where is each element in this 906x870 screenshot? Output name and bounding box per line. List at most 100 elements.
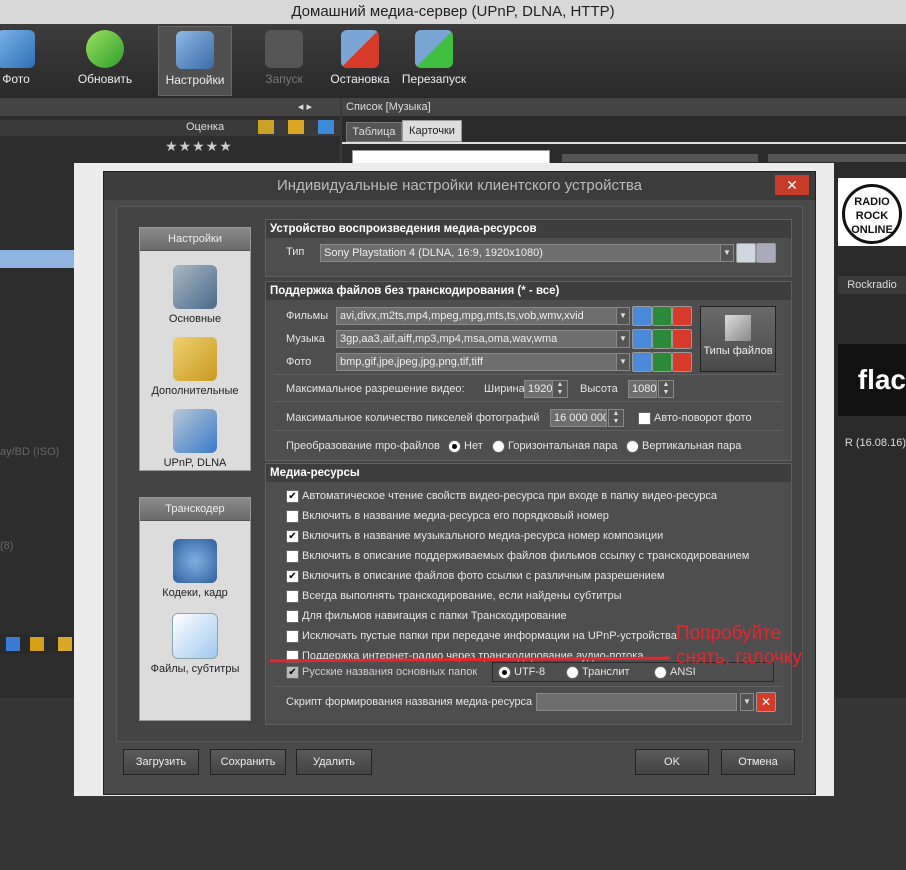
- media-option-checkbox[interactable]: [286, 550, 299, 563]
- script-clear-icon[interactable]: ✕: [756, 692, 776, 712]
- checklist-icon: [173, 337, 217, 381]
- music-list-icon[interactable]: [632, 329, 652, 349]
- max-pixels-input[interactable]: 16 000 000: [550, 409, 607, 427]
- settings-button[interactable]: Настройки: [158, 26, 232, 96]
- rating-column-header[interactable]: Оценка: [186, 121, 224, 133]
- load-button[interactable]: Загрузить: [123, 749, 199, 775]
- photo-delete-icon[interactable]: [672, 352, 692, 372]
- tab-cards[interactable]: Карточки: [402, 120, 462, 142]
- autorotate-label: Авто-поворот фото: [654, 412, 752, 424]
- script-select[interactable]: [536, 693, 737, 711]
- media-option-label: Исключать пустые папки при передаче инфо…: [302, 630, 677, 642]
- close-button[interactable]: ✕: [775, 175, 809, 195]
- foto-button[interactable]: Фото: [0, 26, 52, 94]
- cancel-button[interactable]: Отмена: [721, 749, 795, 775]
- width-input[interactable]: 1920: [524, 380, 553, 398]
- movies-list-icon[interactable]: [632, 306, 652, 326]
- media-option-checkbox[interactable]: [286, 610, 299, 623]
- sidebar-item-codecs[interactable]: Кодеки, кадр: [140, 535, 250, 603]
- card-1[interactable]: [352, 150, 550, 164]
- movies-add-icon[interactable]: [652, 306, 672, 326]
- music-extensions-field[interactable]: 3gp,aa3,aif,aiff,mp3,mp4,msa,oma,wav,wma: [336, 330, 617, 348]
- max-res-label: Максимальное разрешение видео:: [286, 383, 465, 395]
- music-dropdown[interactable]: ▼: [616, 330, 630, 348]
- mpo-radio-none[interactable]: [448, 440, 461, 453]
- max-pixels-spinner[interactable]: ▲ ▼: [608, 409, 624, 427]
- sidebar-item-advanced[interactable]: Дополнительные: [140, 333, 250, 401]
- photo-icon: [0, 30, 35, 68]
- height-input[interactable]: 1080: [628, 380, 657, 398]
- media-option-label: Включить в название музыкального медиа-р…: [302, 530, 664, 542]
- mpo-radio-horizontal[interactable]: [492, 440, 505, 453]
- music-label: Музыка: [286, 333, 325, 345]
- launch-button[interactable]: Запуск: [248, 26, 320, 94]
- device-type-dropdown[interactable]: ▼: [720, 244, 734, 262]
- music-delete-icon[interactable]: [672, 329, 692, 349]
- window-title: Домашний медиа-сервер (UPnP, DLNA, HTTP): [0, 0, 906, 24]
- music-add-icon[interactable]: [652, 329, 672, 349]
- launch-icon: [265, 30, 303, 68]
- mpo-label: Преобразование mpo-файлов: [286, 440, 440, 452]
- device-type-select[interactable]: Sony Playstation 4 (DLNA, 16:9, 1920x108…: [320, 244, 721, 262]
- script-dropdown[interactable]: ▼: [740, 693, 754, 711]
- movies-extensions-field[interactable]: avi,divx,m2ts,mp4,mpeg,mpg,mts,ts,vob,wm…: [336, 307, 617, 325]
- sidebar-item-upnp[interactable]: UPnP, DLNA: [140, 405, 250, 473]
- width-label: Ширина: [484, 383, 525, 395]
- encoding-radio-utf8[interactable]: [498, 666, 511, 679]
- key-icon[interactable]: [288, 120, 304, 134]
- photo-extensions-field[interactable]: bmp,gif,jpe,jpeg,jpg,png,tif,tiff: [336, 353, 617, 371]
- card-2[interactable]: [562, 154, 758, 162]
- selected-row[interactable]: [0, 250, 74, 268]
- media-option-checkbox[interactable]: ✔: [286, 490, 299, 503]
- photo-add-icon[interactable]: [652, 352, 672, 372]
- autorotate-checkbox[interactable]: [638, 412, 651, 425]
- sidebar-item-advanced-label: Дополнительные: [151, 385, 239, 397]
- up-arrow-icon[interactable]: [318, 120, 334, 134]
- key-icon-2[interactable]: [58, 637, 72, 651]
- movies-delete-icon[interactable]: [672, 306, 692, 326]
- refresh-button[interactable]: Обновить: [69, 26, 141, 94]
- ok-button[interactable]: OK: [635, 749, 709, 775]
- sidebar-item-codecs-label: Кодеки, кадр: [162, 587, 228, 599]
- media-section-header: Медиа-ресурсы: [266, 464, 791, 482]
- russian-names-checkbox[interactable]: ✔: [286, 666, 299, 679]
- device-info-icon[interactable]: [736, 243, 756, 263]
- sidebar-item-basic[interactable]: Основные: [140, 261, 250, 329]
- tab-table[interactable]: Таблица: [346, 122, 402, 142]
- device-gear-icon[interactable]: [756, 243, 776, 263]
- files-section: Поддержка файлов без транскодирования (*…: [265, 281, 792, 461]
- photo-dropdown[interactable]: ▼: [616, 353, 630, 371]
- mpo-radio-vertical[interactable]: [626, 440, 639, 453]
- launch-label: Запуск: [265, 72, 303, 86]
- media-option-checkbox[interactable]: ✔: [286, 570, 299, 583]
- encoding-radio-ansi[interactable]: [654, 666, 667, 679]
- folder-icon[interactable]: [30, 637, 44, 651]
- restart-button[interactable]: Перезапуск: [398, 26, 470, 94]
- media-option-checkbox[interactable]: [286, 590, 299, 603]
- sort-icon[interactable]: [258, 120, 274, 134]
- radio-rock-logo: RADIO ROCK ONLINE: [838, 178, 906, 246]
- movies-dropdown[interactable]: ▼: [616, 307, 630, 325]
- settings-icon: [176, 31, 214, 69]
- file-types-button[interactable]: Типы файлов: [700, 306, 776, 372]
- movies-label: Фильмы: [286, 310, 329, 322]
- photo-list-icon[interactable]: [632, 352, 652, 372]
- sidebar-item-files-label: Файлы, субтитры: [150, 663, 240, 675]
- media-option-checkbox[interactable]: [286, 510, 299, 523]
- stop-button[interactable]: Остановка: [324, 26, 396, 94]
- width-spinner[interactable]: ▲ ▼: [552, 380, 568, 398]
- mpo-option-none: Нет: [464, 440, 483, 452]
- height-spinner[interactable]: ▲ ▼: [658, 380, 674, 398]
- media-option-checkbox[interactable]: ✔: [286, 530, 299, 543]
- encoding-radio-translit[interactable]: [566, 666, 579, 679]
- media-option-checkbox[interactable]: [286, 630, 299, 643]
- card-3[interactable]: [768, 154, 906, 162]
- file-types-label: Типы файлов: [703, 345, 773, 357]
- save-icon[interactable]: [6, 637, 20, 651]
- delete-button[interactable]: Удалить: [296, 749, 372, 775]
- sidebar-settings-group: Настройки Основные Дополнительные UPnP, …: [139, 227, 251, 471]
- row-fragment-1: ay/BD (ISO): [0, 446, 60, 458]
- radio-rock-badge: RADIO ROCK ONLINE: [842, 184, 902, 244]
- sidebar-item-files[interactable]: Файлы, субтитры: [140, 609, 250, 679]
- save-button[interactable]: Сохранить: [210, 749, 286, 775]
